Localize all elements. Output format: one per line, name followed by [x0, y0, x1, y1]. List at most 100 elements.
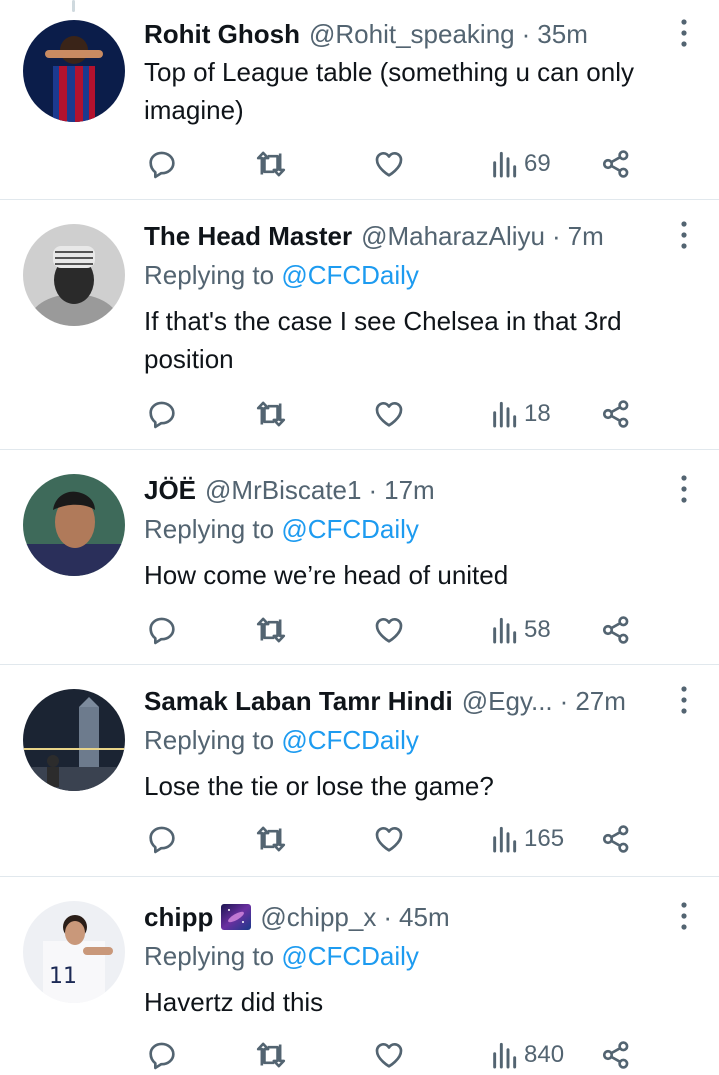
views-button[interactable]: 58: [490, 612, 551, 648]
avatar[interactable]: [23, 20, 125, 122]
share-icon: [602, 400, 629, 428]
replying-to: Replying to @CFCDaily: [144, 941, 419, 972]
like-icon: [375, 618, 403, 643]
views-button[interactable]: 18: [490, 396, 551, 432]
more-icon[interactable]: [679, 901, 689, 931]
avatar-image: [23, 224, 125, 326]
share-button[interactable]: [600, 1037, 632, 1073]
more-icon[interactable]: [679, 685, 689, 715]
views-count: 165: [524, 825, 565, 852]
timestamp[interactable]: 35m: [537, 19, 588, 50]
reply-button[interactable]: [146, 1037, 178, 1073]
avatar-image: [23, 689, 125, 791]
avatar-image: [23, 20, 125, 122]
replying-to-label: Replying to: [144, 514, 282, 544]
reply-icon: [149, 617, 175, 645]
replying-to-mention[interactable]: @CFCDaily: [281, 725, 419, 755]
tweet-header: Rohit Ghosh @Rohit_speaking · 35m: [144, 16, 655, 52]
like-button[interactable]: [373, 612, 405, 648]
more-icon[interactable]: [679, 18, 689, 48]
avatar[interactable]: [23, 224, 125, 326]
timestamp[interactable]: 17m: [384, 475, 435, 506]
more-icon[interactable]: [679, 474, 689, 504]
replying-to-mention[interactable]: @CFCDaily: [281, 941, 419, 971]
tweet-text: How come we’re head of united: [144, 560, 509, 590]
display-name[interactable]: chipp: [144, 902, 213, 933]
like-button[interactable]: [373, 146, 405, 182]
reply-button[interactable]: [146, 821, 178, 857]
user-handle[interactable]: @MrBiscate1: [205, 475, 361, 506]
reply-icon: [149, 1042, 175, 1070]
retweet-icon: [256, 826, 286, 852]
tweet[interactable]: 11 chipp @chipp_x · 45m Replying to @CFC…: [0, 877, 719, 1075]
tweet[interactable]: Rohit Ghosh @Rohit_speaking · 35m Top of…: [0, 0, 719, 200]
display-name[interactable]: JÖË: [144, 475, 196, 506]
replying-to-mention[interactable]: @CFCDaily: [281, 514, 419, 544]
tweet-text: If that's the case I see Chelsea in that…: [144, 306, 622, 374]
views-icon: [493, 1042, 517, 1069]
avatar[interactable]: [23, 474, 125, 576]
avatar-image: [23, 474, 125, 576]
retweet-button[interactable]: [254, 396, 288, 432]
tweet[interactable]: The Head Master @MaharazAliyu · 7m Reply…: [0, 200, 719, 450]
tweet[interactable]: Samak Laban Tamr Hindi @Egy... · 27m Rep…: [0, 665, 719, 877]
replying-to-label: Replying to: [144, 260, 282, 290]
display-name[interactable]: Rohit Ghosh: [144, 19, 300, 50]
views-icon: [493, 617, 517, 644]
share-button[interactable]: [600, 821, 632, 857]
user-handle[interactable]: @chipp_x: [260, 902, 376, 933]
retweet-icon: [256, 151, 286, 177]
views-count: 18: [524, 400, 551, 427]
reply-button[interactable]: [146, 146, 178, 182]
retweet-icon: [256, 1042, 286, 1068]
galaxy-emoji-icon: [221, 904, 252, 930]
share-icon: [602, 150, 629, 178]
retweet-button[interactable]: [254, 821, 288, 857]
share-button[interactable]: [600, 612, 632, 648]
separator-dot: ·: [521, 18, 531, 49]
replying-to-mention[interactable]: @CFCDaily: [281, 260, 419, 290]
retweet-icon: [256, 401, 286, 427]
tweet-header: chipp @chipp_x · 45m: [144, 899, 655, 935]
display-name[interactable]: Samak Laban Tamr Hindi: [144, 686, 453, 717]
views-count: 840: [524, 1041, 565, 1068]
views-icon: [493, 401, 517, 428]
like-button[interactable]: [373, 396, 405, 432]
user-handle[interactable]: @Egy...: [462, 686, 553, 717]
share-button[interactable]: [600, 146, 632, 182]
tweet-header: The Head Master @MaharazAliyu · 7m: [144, 218, 655, 254]
avatar[interactable]: [23, 689, 125, 791]
retweet-button[interactable]: [254, 612, 288, 648]
views-button[interactable]: 840: [490, 1037, 564, 1073]
timestamp[interactable]: 27m: [575, 686, 626, 717]
user-handle[interactable]: @Rohit_speaking: [309, 19, 515, 50]
reply-icon: [149, 151, 175, 179]
display-name[interactable]: The Head Master: [144, 221, 352, 252]
views-count: 69: [524, 150, 551, 177]
timestamp[interactable]: 45m: [399, 902, 450, 933]
like-icon: [375, 1043, 403, 1068]
retweet-button[interactable]: [254, 146, 288, 182]
avatar[interactable]: 11: [23, 901, 125, 1003]
views-button[interactable]: 165: [490, 821, 564, 857]
share-button[interactable]: [600, 396, 632, 432]
reply-button[interactable]: [146, 396, 178, 432]
retweet-button[interactable]: [254, 1037, 288, 1073]
tweet-header: JÖË @MrBiscate1 · 17m: [144, 472, 655, 508]
replying-to-label: Replying to: [144, 725, 282, 755]
like-button[interactable]: [373, 821, 405, 857]
more-icon[interactable]: [679, 220, 689, 250]
tweet-header: Samak Laban Tamr Hindi @Egy... · 27m: [144, 683, 655, 719]
tweet[interactable]: JÖË @MrBiscate1 · 17m Replying to @CFCDa…: [0, 450, 719, 665]
reply-button[interactable]: [146, 612, 178, 648]
views-count: 58: [524, 616, 551, 643]
like-button[interactable]: [373, 1037, 405, 1073]
separator-dot: ·: [383, 901, 393, 932]
user-handle[interactable]: @MaharazAliyu: [361, 221, 545, 252]
views-button[interactable]: 69: [490, 146, 551, 182]
avatar-image: 11: [23, 901, 125, 1003]
like-icon: [375, 827, 403, 852]
retweet-icon: [256, 617, 286, 643]
separator-dot: ·: [559, 685, 569, 716]
timestamp[interactable]: 7m: [568, 221, 604, 252]
